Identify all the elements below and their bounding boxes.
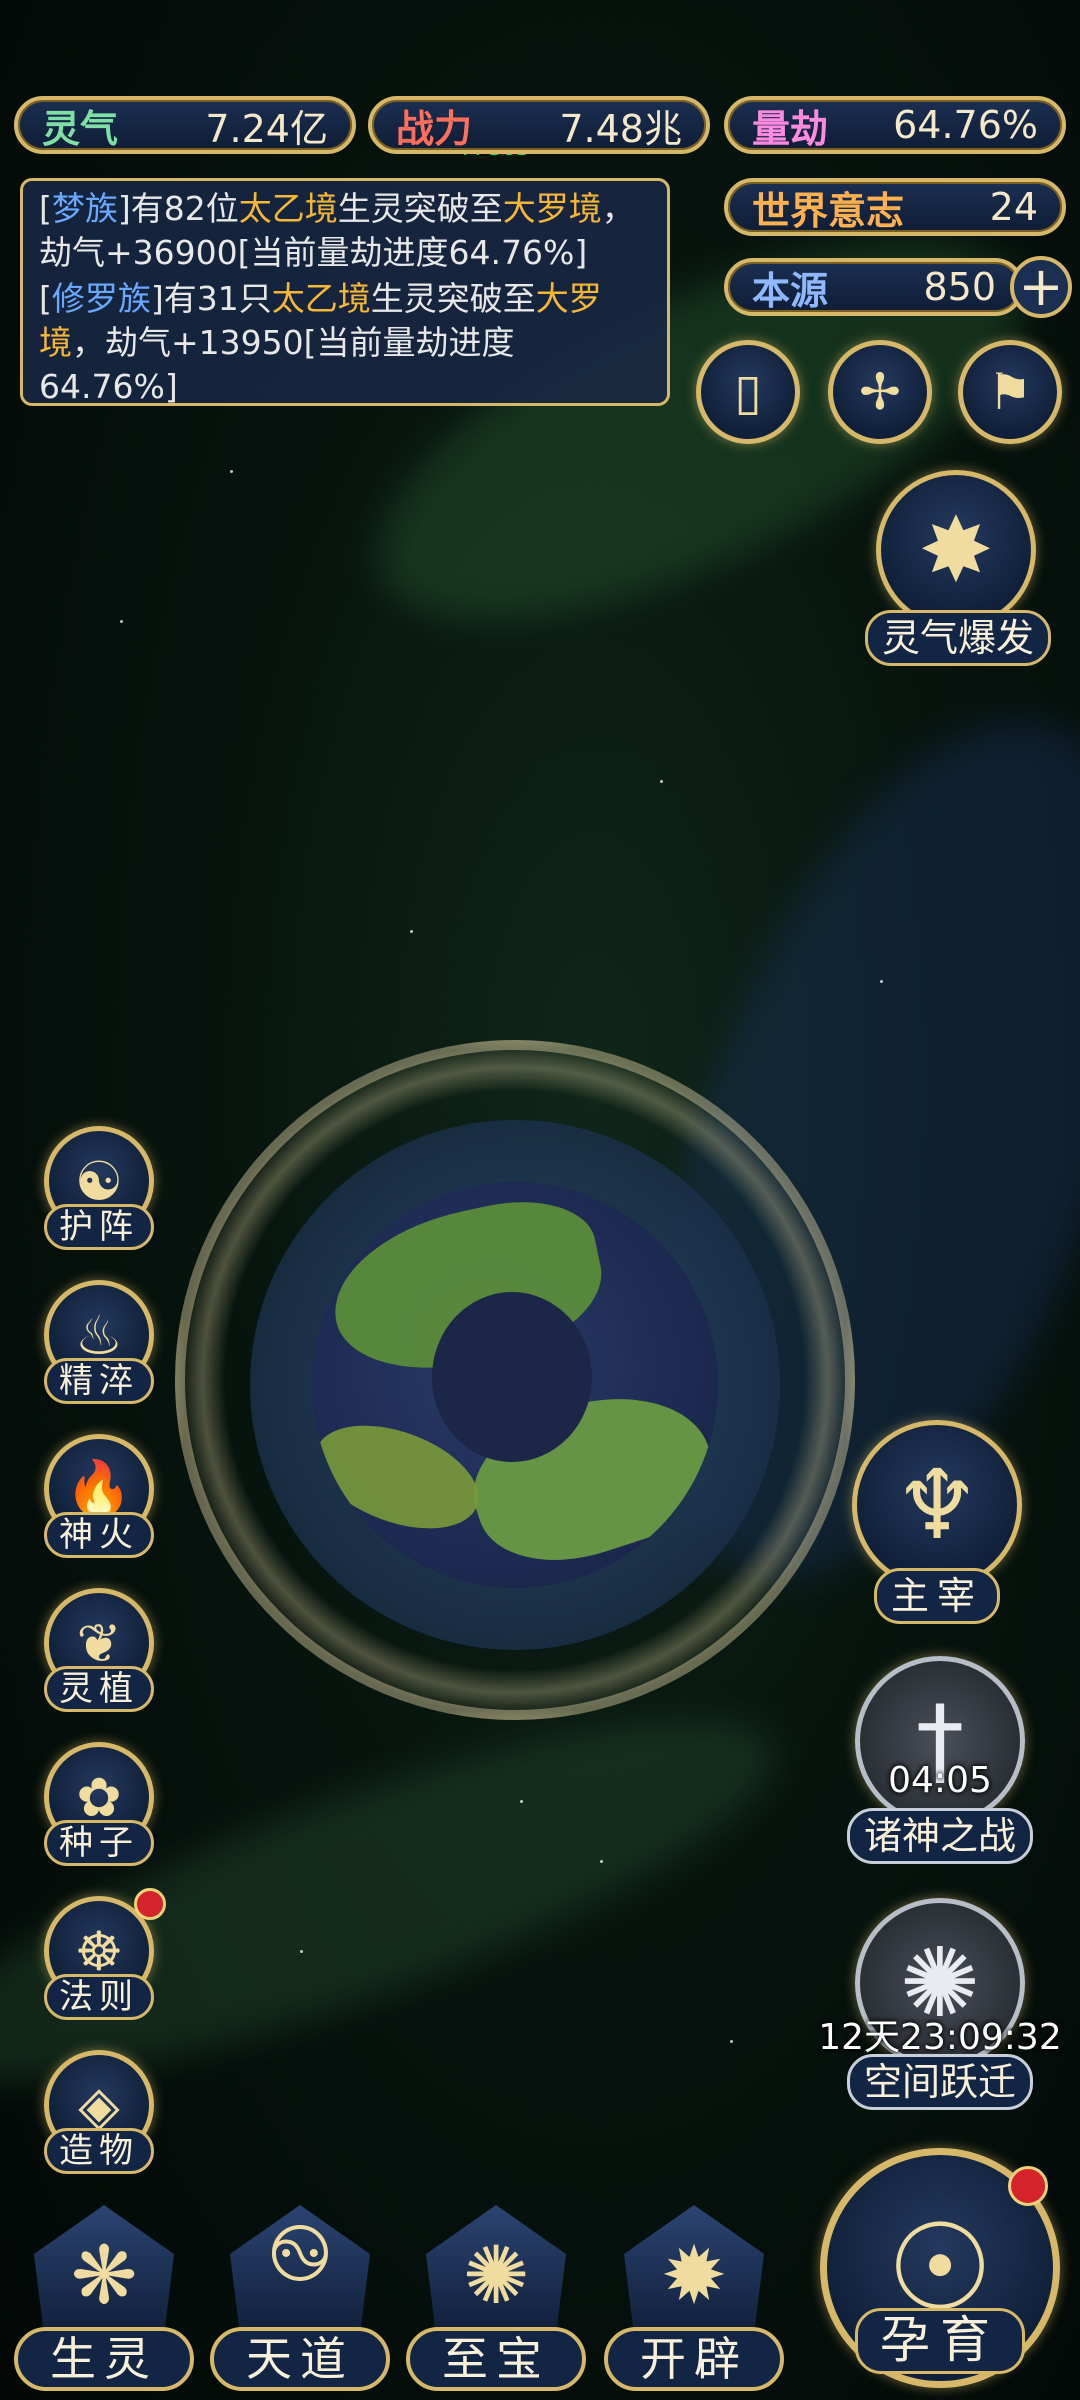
side-menu-ling-zhi[interactable]: ❦ 灵植 <box>38 1588 164 1718</box>
zhanli-label: 战力 <box>396 106 473 151</box>
cloud-swirl-icon: ࿊ <box>230 2205 370 2345</box>
side-menu-zao-wu[interactable]: ◈ 造物 <box>38 2050 164 2180</box>
log-text: ]有31只 <box>150 279 272 318</box>
phoenix-icon: ❋ <box>34 2205 174 2345</box>
log-message: [梦族]有82位太乙境生灵突破至大罗境，劫气+36900[当前量劫进度64.76… <box>39 187 651 275</box>
shijie-yizhi-stat[interactable]: 世界意志 24 <box>724 178 1066 236</box>
zhuzai-button[interactable]: ♆ 主宰 <box>842 1420 1032 1630</box>
bottom-menu-sheng-ling[interactable]: ❋ 生灵 <box>14 2205 194 2400</box>
kongjian-yueqian-button[interactable]: ✺ 12天23:09:32 空间跃迁 <box>810 1898 1070 2120</box>
log-text: ，劫气+13950[当前量劫进度64.76%] <box>39 323 515 406</box>
bottom-menu-label: 生灵 <box>14 2327 194 2391</box>
side-menu-label: 灵植 <box>44 1666 154 1712</box>
ocean <box>432 1292 592 1462</box>
lingqi-stat[interactable]: 灵气 7.24亿 <box>14 96 356 154</box>
side-menu-label: 造物 <box>44 2128 154 2174</box>
bottom-menu-label: 开辟 <box>604 2327 784 2391</box>
lingqi-label: 灵气 <box>42 106 119 151</box>
notification-dot <box>1008 2166 1048 2206</box>
race-name: 修罗族 <box>51 279 151 318</box>
treasure-flame-icon: ✺ <box>426 2205 566 2345</box>
benyuan-add-button[interactable]: + <box>1010 256 1072 318</box>
kongjian-timer: 12天23:09:32 <box>818 2017 1062 2058</box>
liangjie-label: 量劫 <box>752 106 829 151</box>
side-menu-label: 种子 <box>44 1820 154 1866</box>
star <box>520 1800 523 1803</box>
race-name: 梦族 <box>51 189 118 228</box>
log-text: ]有82位 <box>117 189 239 228</box>
zhanli-stat[interactable]: 战力 7.48兆 <box>368 96 710 154</box>
zhushen-zhizhan-button[interactable]: † 04:05 诸神之战 <box>840 1656 1040 1876</box>
side-menu-hu-zhen[interactable]: ☯ 护阵 <box>38 1126 164 1256</box>
bottom-menu-tian-dao[interactable]: ࿊ 天道 <box>210 2205 390 2400</box>
kongjian-label: 空间跃迁 <box>846 2054 1034 2110</box>
notification-dot <box>134 1888 166 1920</box>
side-menu-label: 护阵 <box>44 1204 154 1250</box>
realm-name: 大罗境 <box>502 189 602 228</box>
benyuan-label: 本源 <box>752 268 829 313</box>
log-text: 生灵突破至 <box>337 189 503 228</box>
bottom-menu-kai-pi[interactable]: ✹ 开辟 <box>604 2205 784 2400</box>
vortex-icon[interactable]: ✢ <box>828 340 932 444</box>
star <box>410 930 413 933</box>
liangjie-value: 64.76% <box>893 103 1038 147</box>
log-message: [修罗族]有31只太乙境生灵突破至大罗境，劫气+13950[当前量劫进度64.7… <box>39 277 651 409</box>
star <box>230 470 233 473</box>
side-menu-label: 精淬 <box>44 1358 154 1404</box>
side-menu-jing-cui[interactable]: ♨ 精淬 <box>38 1280 164 1410</box>
zhushen-label: 诸神之战 <box>846 1808 1034 1864</box>
log-text: 生灵突破至 <box>370 279 536 318</box>
bottom-menu-label: 至宝 <box>406 2327 586 2391</box>
bottom-menu-label: 天道 <box>210 2327 390 2391</box>
star <box>730 2040 733 2043</box>
log-text: [ <box>39 189 52 228</box>
side-menu-label: 法则 <box>44 1974 154 2020</box>
star <box>600 1860 603 1863</box>
star <box>300 1950 303 1953</box>
benyuan-stat[interactable]: 本源 850 <box>724 258 1024 316</box>
log-text: [ <box>39 279 52 318</box>
liangjie-stat[interactable]: 量劫 64.76% <box>724 96 1066 154</box>
starburst-icon: ✸ <box>876 470 1036 630</box>
world-planet[interactable] <box>312 1182 718 1588</box>
axe-flame-icon: ✹ <box>624 2205 764 2345</box>
star <box>120 620 123 623</box>
benyuan-value: 850 <box>923 265 996 309</box>
bottom-menu-zhi-bao[interactable]: ✺ 至宝 <box>406 2205 586 2400</box>
lingqi-value: 7.24亿 <box>205 106 328 151</box>
zhuzai-label: 主宰 <box>873 1568 1001 1624</box>
side-menu-label: 神火 <box>44 1512 154 1558</box>
zhanli-value: 7.48兆 <box>559 106 682 151</box>
star <box>880 980 883 983</box>
zhushen-timer: 04:05 <box>888 1760 992 1801</box>
side-menu-zhong-zi[interactable]: ✿ 种子 <box>38 1742 164 1872</box>
event-log: [梦族]有82位太乙境生灵突破至大罗境，劫气+36900[当前量劫进度64.76… <box>20 178 670 406</box>
lingqi-burst-button[interactable]: ✸ 灵气爆发 <box>858 470 1058 680</box>
dragon-icon: ♆ <box>852 1420 1022 1590</box>
banner-icon[interactable]: ⚑ <box>958 340 1062 444</box>
yunyu-button[interactable]: ☉ 孕育 <box>812 2140 1068 2396</box>
burst-label: 灵气爆发 <box>864 610 1052 666</box>
realm-name: 太乙境 <box>271 279 371 318</box>
side-menu-fa-ze[interactable]: ☸ 法则 <box>38 1888 166 2026</box>
side-menu-shen-huo[interactable]: 🔥 神火 <box>38 1434 164 1564</box>
shijie-yizhi-value: 24 <box>989 185 1038 229</box>
card-icon[interactable]: ▯ <box>696 340 800 444</box>
star <box>660 780 663 783</box>
realm-name: 太乙境 <box>238 189 338 228</box>
shijie-yizhi-label: 世界意志 <box>752 188 905 233</box>
yunyu-label: 孕育 <box>855 2308 1025 2374</box>
